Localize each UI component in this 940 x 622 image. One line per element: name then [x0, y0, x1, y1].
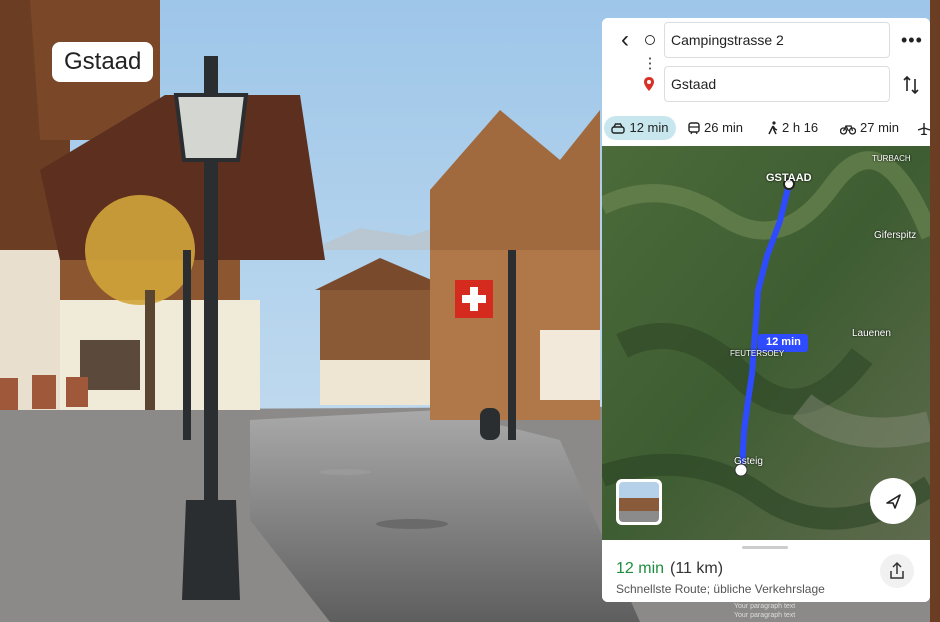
mode-bike-label: 27 min — [860, 120, 900, 135]
place-label: Gstaad — [52, 42, 154, 82]
mode-car-tab[interactable]: 12 min — [604, 116, 676, 140]
footer-text-1: Your paragraph text — [734, 603, 796, 610]
street-view-thumbnail[interactable] — [616, 479, 662, 525]
swap-direction-icon[interactable] — [902, 74, 920, 96]
origin-dot-icon — [645, 35, 655, 45]
map-label-gsteig: Gsteig — [734, 456, 763, 467]
destination-pin-icon — [644, 77, 654, 91]
map-label-feutersoey: FEUTERSOEY — [730, 349, 785, 358]
route-summary-sheet[interactable]: 12 min (11 km) Schnellste Route; übliche… — [602, 540, 930, 602]
navigation-arrow-icon — [886, 494, 901, 509]
destination-input[interactable]: Gstaad — [664, 66, 890, 102]
footer-text-2: Your paragraph text — [734, 612, 796, 619]
more-options-icon[interactable]: ••• — [901, 30, 923, 51]
transit-icon — [688, 122, 700, 135]
locate-me-button[interactable] — [870, 478, 916, 524]
route-distance: (11 km) — [670, 560, 724, 577]
mode-flight-tab[interactable] — [917, 116, 930, 140]
mode-car-label: 12 min — [629, 120, 669, 135]
connector-dots-icon — [649, 56, 651, 70]
origin-input[interactable]: Campingstrasse 2 — [664, 22, 890, 58]
share-button[interactable] — [880, 554, 914, 588]
flight-icon — [917, 123, 930, 136]
share-icon — [890, 561, 904, 579]
map-label-lauenen: Lauenen — [852, 328, 891, 339]
map-label-turbach: TURBACH — [872, 154, 911, 163]
mode-walk-label: 2 h 16 — [782, 120, 819, 135]
directions-panel: ‹ Campingstrasse 2 Gstaad ••• 12 min 26 … — [602, 18, 930, 602]
car-icon — [611, 123, 626, 134]
back-arrow-icon[interactable]: ‹ — [612, 28, 638, 54]
route-map[interactable]: TURBACH GSTAAD Giferspitz Lauenen FEUTER… — [602, 146, 930, 540]
route-duration: 12 min — [616, 560, 665, 577]
mode-transit-tab[interactable]: 26 min — [688, 116, 743, 140]
mode-transit-label: 26 min — [704, 120, 744, 135]
map-label-giferspitz: Giferspitz — [874, 230, 917, 241]
travel-mode-tabs: 12 min 26 min 2 h 16 27 min — [602, 114, 930, 144]
mode-walk-tab[interactable]: 2 h 16 — [768, 116, 818, 140]
sheet-handle[interactable] — [742, 546, 788, 549]
bike-icon — [839, 125, 857, 135]
mode-bike-tab[interactable]: 27 min — [839, 116, 900, 140]
route-inputs: ‹ Campingstrasse 2 Gstaad ••• 12 min 26 … — [602, 18, 930, 146]
route-time-badge: 12 min — [766, 336, 801, 348]
walk-icon — [768, 121, 778, 135]
map-label-gstaad: GSTAAD — [766, 172, 812, 184]
route-note: Schnellste Route; übliche Verkehrslage — [616, 582, 825, 596]
